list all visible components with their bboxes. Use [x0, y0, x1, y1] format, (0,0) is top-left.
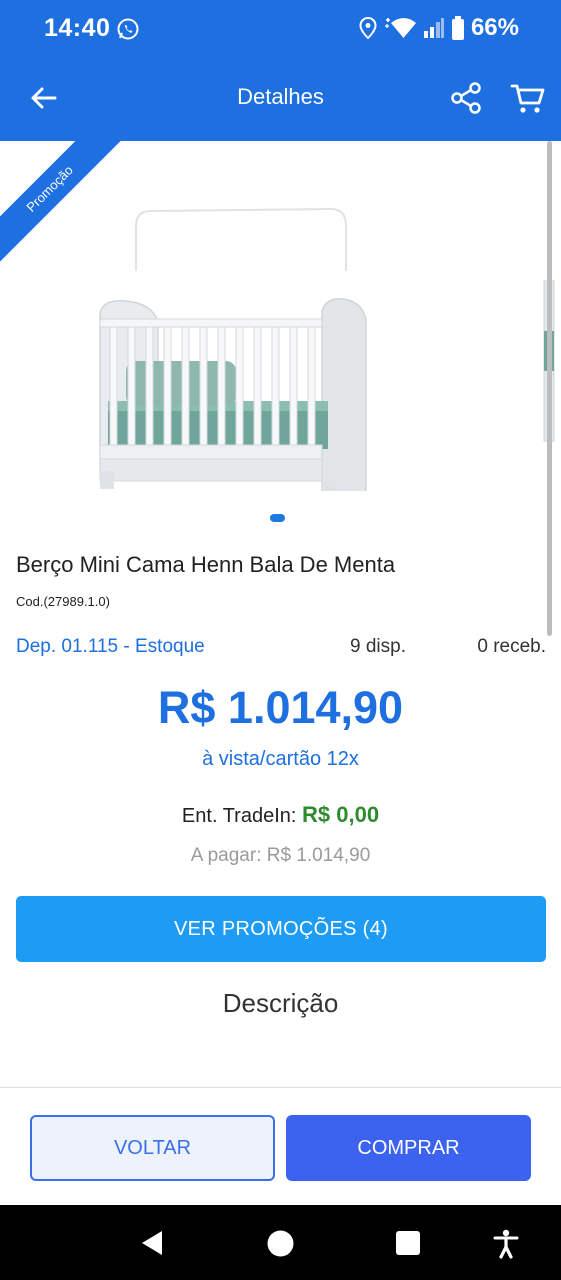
status-bar: 14:40 66% [0, 0, 561, 54]
tradein-label: Ent. TradeIn: [181, 805, 302, 827]
nav-back-icon[interactable] [138, 1229, 166, 1257]
product-price: R$ 1.014,90 [157, 682, 404, 733]
whatsapp-icon [117, 18, 139, 40]
battery-icon [451, 16, 464, 40]
wifi-icon [384, 18, 416, 38]
payment-terms: à vista/cartão 12x [202, 748, 359, 770]
nav-home-icon[interactable] [267, 1230, 294, 1257]
description-heading: Descrição [222, 988, 339, 1018]
signal-icon [423, 18, 444, 38]
tradein-value: R$ 0,00 [302, 802, 380, 827]
status-icons: 66% [359, 14, 519, 42]
cart-icon[interactable] [510, 80, 546, 116]
battery-level: 66% [470, 14, 519, 41]
stock-incoming: 0 receb. [477, 636, 546, 657]
back-button[interactable]: VOLTAR [30, 1115, 275, 1181]
scrollbar[interactable] [547, 141, 552, 636]
status-time: 14:40 [44, 14, 111, 42]
app-bar: Detalhes [0, 54, 561, 141]
view-promotions-button[interactable]: VER PROMOÇÕES (4) [16, 896, 546, 962]
carousel-page-indicator [270, 514, 285, 522]
system-nav-bar [0, 1205, 561, 1280]
divider [0, 1087, 561, 1088]
product-image-carousel[interactable]: Promoção [0, 141, 561, 541]
buy-button[interactable]: COMPRAR [286, 1115, 531, 1181]
product-name: Berço Mini Cama Henn Bala De Menta [16, 552, 396, 577]
tradein-row: Ent. TradeIn: R$ 0,00 [0, 802, 561, 828]
nav-recents-icon[interactable] [396, 1231, 420, 1255]
crib-product-image [99, 207, 367, 491]
product-code: Cod.(27989.1.0) [16, 594, 110, 609]
accessibility-icon[interactable] [492, 1229, 520, 1259]
stock-available: 9 disp. [350, 636, 406, 657]
location-icon [359, 17, 377, 39]
stock-deposit[interactable]: Dep. 01.115 - Estoque [16, 636, 205, 658]
amount-to-pay: A pagar: R$ 1.014,90 [190, 845, 371, 866]
share-icon[interactable] [448, 80, 484, 116]
stock-row: Dep. 01.115 - Estoque 9 disp. 0 receb. [16, 636, 546, 660]
